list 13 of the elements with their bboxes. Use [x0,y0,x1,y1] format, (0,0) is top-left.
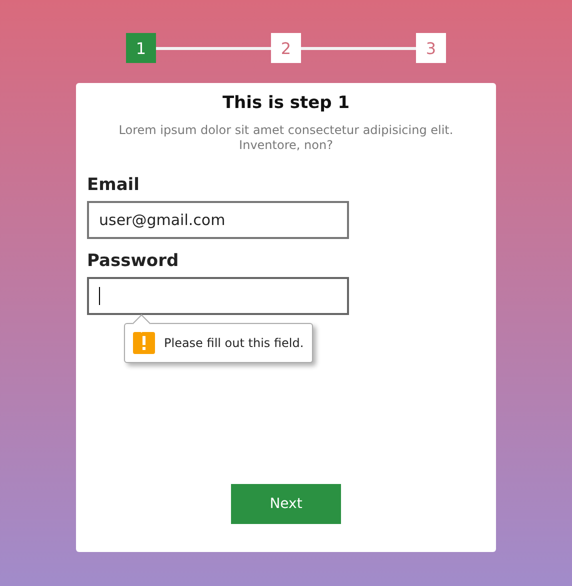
tooltip-text: Please fill out this field. [164,336,304,350]
next-button[interactable]: Next [231,484,341,524]
warning-icon [133,332,155,354]
step-title: This is step 1 [221,93,351,113]
step-indicator: 2 [271,33,301,63]
text-cursor-icon [99,287,100,305]
step-indicator: 1 [126,33,156,63]
input-field[interactable] [87,277,349,315]
field-label: Password [87,251,180,271]
step-indicator: 3 [416,33,446,63]
input-field[interactable]: user@gmail.com [87,201,349,239]
step-description: Lorem ipsum dolor sit amet consectetur adipisicing elit. Inventore, non? [118,123,454,153]
field-label: Email [87,175,140,195]
